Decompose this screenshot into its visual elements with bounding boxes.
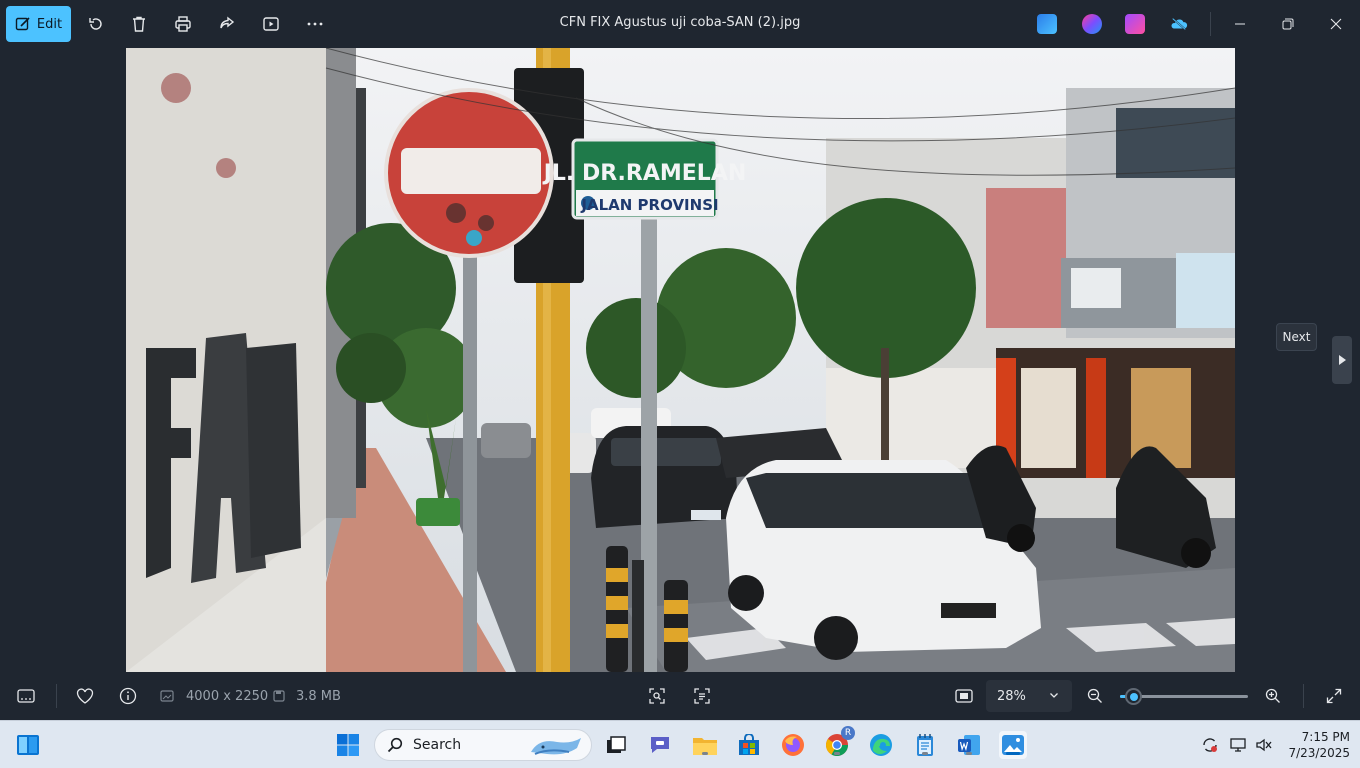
designer-icon[interactable]	[1037, 14, 1057, 34]
street-sign-subtitle: JALAN PROVINSI	[580, 196, 718, 214]
widgets-icon[interactable]	[14, 731, 42, 759]
next-tooltip: Next	[1276, 323, 1317, 351]
search-placeholder: Search	[413, 737, 462, 753]
running-indicator	[702, 752, 708, 755]
chevron-right-icon	[1339, 355, 1346, 365]
clock-time: 7:15 PM	[1301, 730, 1350, 744]
close-button[interactable]	[1324, 12, 1348, 36]
video-editor-icon[interactable]	[1125, 14, 1145, 34]
titlebar-divider	[1210, 12, 1211, 36]
running-indicator	[966, 752, 972, 755]
text-scan-icon[interactable]	[690, 684, 714, 708]
start-icon[interactable]	[334, 731, 362, 759]
restore-icon	[1282, 18, 1294, 30]
search-icon	[387, 737, 403, 753]
file-explorer-icon[interactable]	[691, 731, 719, 759]
zoom-out-icon[interactable]	[1083, 684, 1107, 708]
edge-icon[interactable]	[867, 731, 895, 759]
photos-icon[interactable]	[999, 731, 1027, 759]
minimize-button[interactable]	[1228, 12, 1252, 36]
actual-size-icon[interactable]	[952, 684, 976, 708]
task-view-icon[interactable]	[602, 731, 630, 759]
filmstrip-icon[interactable]	[14, 684, 38, 708]
bottom-divider-2	[1303, 684, 1304, 708]
taskbar-search[interactable]: Search	[374, 729, 592, 761]
delete-icon[interactable]	[127, 12, 151, 36]
word-icon[interactable]	[955, 731, 983, 759]
fullscreen-icon[interactable]	[1322, 684, 1346, 708]
more-icon[interactable]	[303, 12, 327, 36]
sync-icon[interactable]	[1200, 735, 1220, 755]
street-sign-name: JL. DR.RAMELAN	[542, 161, 747, 186]
file-name-title: CFN FIX Agustus uji coba-SAN (2).jpg	[559, 15, 801, 30]
notepad-icon[interactable]	[911, 731, 939, 759]
bottom-divider-1	[56, 684, 57, 708]
onedrive-icon[interactable]	[1167, 12, 1191, 36]
rotate-icon[interactable]	[84, 12, 108, 36]
file-size-icon	[270, 684, 288, 708]
close-icon	[1330, 18, 1342, 30]
share-icon[interactable]	[215, 12, 239, 36]
search-highlight-whale-icon	[531, 738, 581, 755]
visual-search-icon[interactable]	[645, 684, 669, 708]
clipchamp-icon[interactable]	[1082, 14, 1102, 34]
zoom-dropdown[interactable]: 28%	[986, 680, 1072, 712]
edit-button[interactable]: Edit	[6, 6, 71, 42]
volume-muted-icon[interactable]	[1254, 735, 1274, 755]
network-icon[interactable]	[1228, 735, 1248, 755]
taskbar: Search R 7:15 PM 7/23/2025	[0, 720, 1360, 768]
zoom-in-icon[interactable]	[1261, 684, 1285, 708]
minimize-icon	[1235, 23, 1245, 25]
bottom-toolbar: 4000 x 2250 3.8 MB 28%	[0, 672, 1360, 720]
store-icon[interactable]	[735, 731, 763, 759]
dimensions-icon	[158, 684, 176, 708]
street-photo: JL. DR.RAMELAN JALAN PROVINSI	[126, 48, 1235, 672]
photo-canvas[interactable]: JL. DR.RAMELAN JALAN PROVINSI	[126, 48, 1235, 672]
edit-label: Edit	[36, 16, 63, 32]
chevron-down-icon	[1050, 693, 1058, 698]
teams-chat-icon[interactable]	[646, 731, 674, 759]
image-dimensions: 4000 x 2250	[186, 689, 269, 704]
chrome-profile-badge: R	[841, 726, 855, 740]
print-icon[interactable]	[171, 12, 195, 36]
firefox-icon[interactable]	[779, 731, 807, 759]
title-bar: Edit CFN FIX Agustus uji coba-SAN (2).jp…	[0, 0, 1360, 48]
slideshow-icon[interactable]	[259, 12, 283, 36]
next-button[interactable]	[1332, 336, 1352, 384]
edit-icon	[15, 17, 30, 31]
zoom-slider-thumb[interactable]	[1125, 688, 1142, 705]
system-clock[interactable]: 7:15 PM 7/23/2025	[1280, 729, 1350, 761]
favorite-icon[interactable]	[73, 684, 97, 708]
zoom-value: 28%	[997, 688, 1026, 704]
running-indicator	[834, 752, 840, 755]
chrome-icon[interactable]: R	[823, 726, 855, 759]
zoom-slider[interactable]	[1120, 688, 1248, 705]
running-indicator	[922, 752, 928, 755]
file-size: 3.8 MB	[296, 689, 341, 704]
active-app-indicator	[1006, 752, 1020, 755]
info-icon[interactable]	[116, 684, 140, 708]
clock-date: 7/23/2025	[1288, 746, 1350, 760]
maximize-button[interactable]	[1276, 12, 1300, 36]
